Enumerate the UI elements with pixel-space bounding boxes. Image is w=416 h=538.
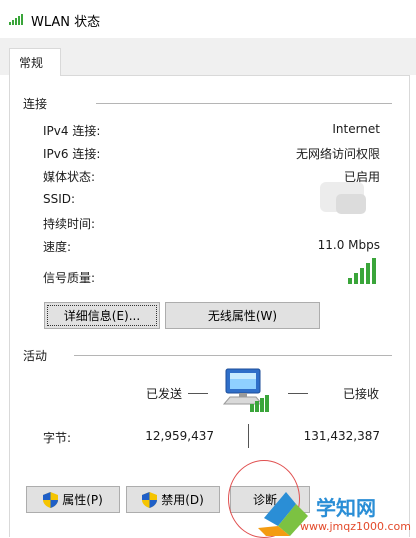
connection-section-label: 连接 — [23, 97, 48, 111]
properties-button[interactable]: 属性(P) — [26, 486, 120, 513]
activity-section-label: 活动 — [23, 349, 48, 363]
signal-bar — [360, 268, 364, 284]
signal-quality-label: 信号质量: — [43, 271, 96, 285]
sent-dash — [188, 393, 208, 394]
tab-general-label: 常规 — [19, 56, 44, 70]
signal-bar — [366, 263, 370, 284]
wireless-properties-button[interactable]: 无线属性(W) — [165, 302, 320, 329]
bytes-sent-value: 12,959,437 — [145, 429, 214, 443]
signal-bar — [354, 273, 358, 284]
tab-strip — [0, 38, 416, 75]
ipv6-label: IPv6 连接: — [43, 147, 101, 161]
watermark-site-name: 学知网 — [316, 496, 376, 520]
activity-section-divider — [74, 355, 392, 356]
network-computer-icon — [222, 368, 269, 412]
speed-label: 速度: — [43, 240, 72, 254]
sent-label: 已发送 — [146, 387, 183, 401]
signal-bar — [372, 258, 376, 284]
disable-button-label: 禁用(D) — [161, 493, 204, 507]
wireless-properties-button-label: 无线属性(W) — [207, 309, 278, 323]
ipv6-value: 无网络访问权限 — [295, 147, 380, 161]
duration-label: 持续时间: — [43, 217, 96, 231]
uac-shield-icon — [142, 491, 158, 508]
ssid-label: SSID: — [43, 192, 76, 206]
details-button[interactable]: 详细信息(E)... — [44, 302, 160, 329]
disable-button[interactable]: 禁用(D) — [126, 486, 220, 513]
speed-value: 11.0 Mbps — [317, 238, 380, 252]
duration-redacted-blur — [336, 194, 366, 214]
properties-button-label: 属性(P) — [62, 493, 103, 507]
received-dash — [288, 393, 308, 394]
connection-section-divider — [96, 103, 392, 104]
ipv4-value: Internet — [332, 122, 380, 136]
uac-shield-icon — [43, 491, 59, 508]
wifi-signal-icon — [9, 14, 23, 25]
media-state-label: 媒体状态: — [43, 170, 96, 184]
details-button-label: 详细信息(E)... — [63, 309, 141, 323]
bytes-label: 字节: — [43, 431, 72, 445]
ipv4-label: IPv4 连接: — [43, 124, 101, 138]
bytes-divider — [248, 424, 249, 448]
watermark-url: www.jmqz1000.com — [300, 520, 411, 533]
window-title: WLAN 状态 — [31, 15, 101, 30]
title-bar: WLAN 状态 — [0, 0, 416, 38]
signal-bar — [348, 278, 352, 284]
signal-quality-bars-icon — [348, 258, 376, 284]
bytes-received-value: 131,432,387 — [303, 429, 380, 443]
tab-general[interactable]: 常规 — [9, 48, 61, 76]
received-label: 已接收 — [343, 387, 380, 401]
